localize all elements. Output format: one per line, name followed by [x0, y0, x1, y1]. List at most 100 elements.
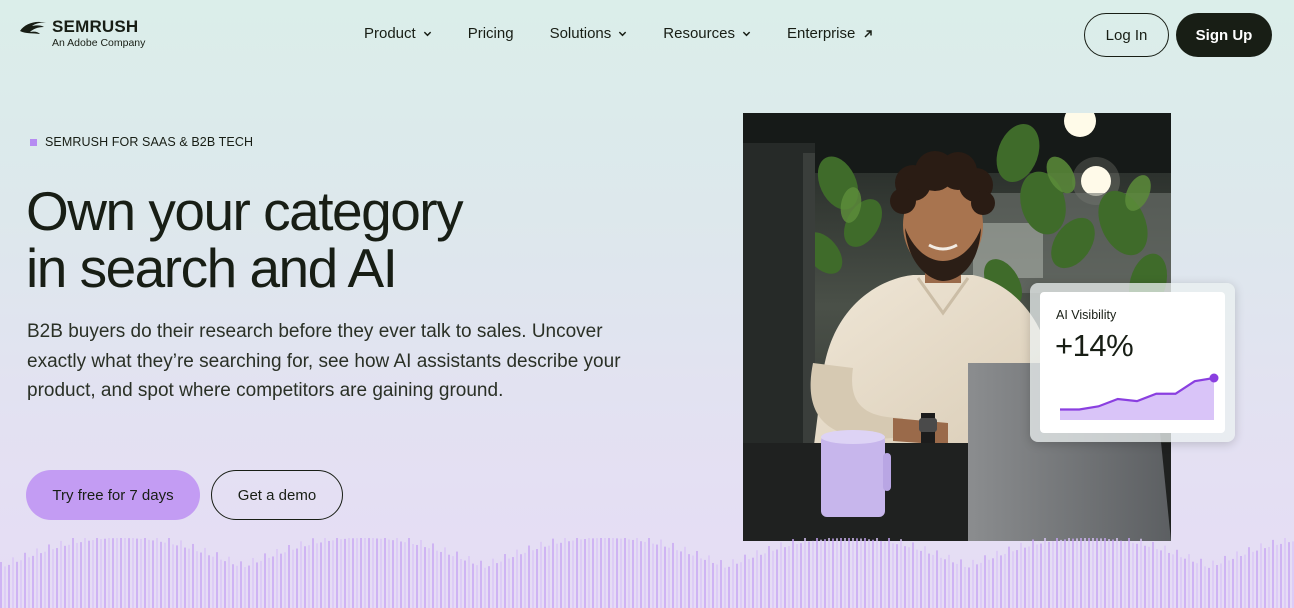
stripe-bar: [584, 539, 586, 608]
stripe-bar: [180, 540, 182, 608]
stripe-bar: [676, 550, 678, 608]
stripe-bar: [196, 551, 198, 608]
stripe-bar: [388, 539, 390, 608]
stripe-bar: [696, 550, 698, 608]
stripe-bar: [1260, 543, 1262, 608]
stripe-bar: [612, 538, 614, 608]
stripe-bar: [248, 565, 250, 608]
stripe-bar: [96, 538, 98, 608]
stripe-bar: [500, 561, 502, 608]
stripe-bar: [300, 541, 302, 608]
stripe-bar: [744, 554, 746, 608]
stripe-bar: [872, 539, 874, 608]
stripe-bar: [1068, 538, 1070, 608]
stripe-bar: [996, 550, 998, 608]
decorative-stripes: [0, 538, 1294, 608]
stripe-bar: [836, 538, 838, 608]
login-button[interactable]: Log In: [1084, 13, 1169, 57]
stripe-bar: [468, 556, 470, 608]
stripe-bar: [720, 560, 722, 608]
stripe-bar: [84, 538, 86, 608]
stripe-bar: [1048, 541, 1050, 608]
try-free-button[interactable]: Try free for 7 days: [26, 470, 200, 520]
stripe-bar: [484, 567, 486, 608]
stripe-bar: [608, 538, 610, 608]
stripe-bar: [756, 550, 758, 608]
stripe-bar: [396, 538, 398, 608]
stripe-bar: [768, 546, 770, 608]
get-demo-button[interactable]: Get a demo: [211, 470, 343, 520]
stripe-bar: [216, 552, 218, 608]
stripe-bar: [736, 563, 738, 608]
stripe-bar: [960, 559, 962, 608]
stripe-bar: [760, 554, 762, 608]
stripe-bar: [800, 543, 802, 608]
nav-item-label: Enterprise: [786, 25, 856, 42]
stripe-bar: [856, 538, 858, 608]
stripe-bar: [64, 545, 66, 608]
stripe-bar: [408, 538, 410, 608]
stripe-bar: [44, 551, 46, 608]
stripe-bar: [184, 547, 186, 608]
stripe-bar: [528, 545, 530, 608]
nav-item-pricing[interactable]: Pricing: [468, 25, 514, 42]
ai-visibility-card-inner: AI Visibility +14%: [1040, 292, 1225, 433]
semrush-logo[interactable]: SEMRUSH An Adobe Company: [19, 18, 145, 49]
stripe-bar: [944, 559, 946, 608]
stripe-bar: [1032, 539, 1034, 608]
stripe-bar: [492, 558, 494, 608]
stripe-bar: [256, 562, 258, 608]
stripe-bar: [956, 563, 958, 608]
nav-item-solutions[interactable]: Solutions: [550, 25, 628, 42]
stripe-bar: [916, 549, 918, 608]
stripe-bar: [1208, 567, 1210, 608]
stripe-bar: [392, 540, 394, 608]
stripe-bar: [924, 546, 926, 608]
stripe-bar: [896, 544, 898, 608]
stripe-bar: [480, 560, 482, 608]
nav-item-enterprise[interactable]: Enterprise: [787, 25, 873, 42]
stripe-bar: [636, 538, 638, 608]
stripe-bar: [1024, 547, 1026, 608]
stripe-bar: [440, 551, 442, 608]
stripe-bar: [1276, 544, 1278, 608]
stripe-bar: [136, 538, 138, 608]
stripe-bar: [364, 538, 366, 608]
stripe-bar: [780, 542, 782, 608]
stripe-bar: [920, 550, 922, 608]
stripe-bar: [416, 544, 418, 608]
stripe-bar: [576, 538, 578, 608]
stripe-bar: [108, 538, 110, 608]
stripe-bar: [1008, 546, 1010, 608]
stripe-bar: [72, 538, 74, 608]
nav-item-label: Pricing: [467, 25, 514, 42]
nav-item-product[interactable]: Product: [364, 25, 432, 42]
stripe-bar: [1280, 543, 1282, 608]
stripe-bar: [832, 538, 834, 608]
stripe-bar: [520, 554, 522, 608]
stripe-bar: [1268, 546, 1270, 608]
signup-button[interactable]: Sign Up: [1176, 13, 1272, 57]
stripe-bar: [880, 540, 882, 608]
stripe-bar: [308, 545, 310, 608]
stripe-bar: [1156, 549, 1158, 608]
hero-description: B2B buyers do their research before they…: [27, 321, 621, 401]
stripe-bar: [668, 547, 670, 608]
stripe-bar: [360, 538, 362, 608]
stripe-bar: [976, 564, 978, 608]
stripe-bar: [76, 542, 78, 608]
stripe-bar: [144, 538, 146, 608]
stripe-bar: [604, 538, 606, 608]
stripe-bar: [1240, 555, 1242, 608]
brand-subtitle: An Adobe Company: [52, 37, 146, 49]
stripe-bar: [200, 552, 202, 608]
stripe-bar: [700, 558, 702, 608]
stripe-bar: [568, 541, 570, 608]
stripe-bar: [992, 558, 994, 608]
stripe-bar: [448, 554, 450, 608]
stripe-bar: [1116, 538, 1118, 608]
stripe-bar: [100, 539, 102, 608]
stripe-bar: [324, 538, 326, 608]
nav-item-resources[interactable]: Resources: [663, 25, 751, 42]
stripe-bar: [1200, 558, 1202, 608]
